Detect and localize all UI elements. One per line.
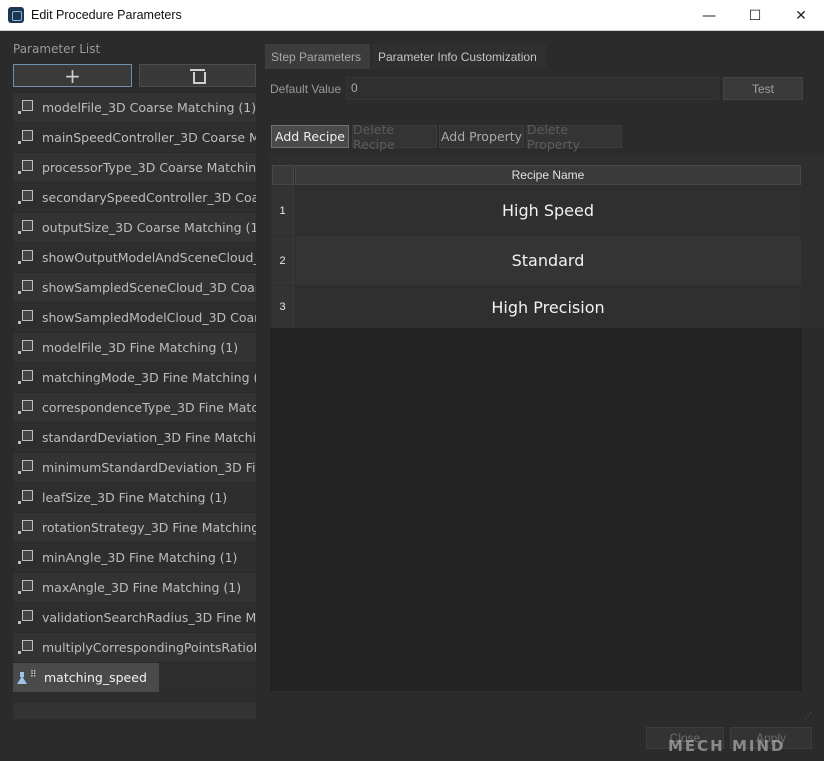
list-item[interactable]: processorType_3D Coarse Matching <box>13 153 256 183</box>
add-property-button[interactable]: Add Property <box>439 125 524 148</box>
default-value-label: Default Value <box>270 82 342 96</box>
parameter-label: validationSearchRadius_3D Fine Matc <box>42 610 256 625</box>
parameter-icon <box>18 460 33 475</box>
app-logo-icon <box>8 7 24 23</box>
tab-parameter-info-customization[interactable]: Parameter Info Customization <box>372 44 547 69</box>
list-item[interactable]: showSampledSceneCloud_3D Coarse <box>13 273 256 303</box>
selected-parameter-label: matching_speed <box>44 670 147 685</box>
table-corner[interactable] <box>272 165 294 185</box>
maximize-button[interactable]: ☐ <box>732 0 778 31</box>
parameter-label: showSampledModelCloud_3D Coarse <box>42 310 256 325</box>
selected-parameter[interactable]: ⠿ matching_speed <box>13 663 159 692</box>
trash-icon <box>190 69 206 84</box>
parameter-label: processorType_3D Coarse Matching <box>42 160 256 175</box>
parameter-icon <box>18 220 33 235</box>
parameter-label: secondarySpeedController_3D Coars <box>42 190 256 205</box>
add-parameter-button[interactable]: + <box>13 64 132 87</box>
row-number[interactable]: 1 <box>272 186 294 235</box>
parameter-icon <box>18 190 33 205</box>
parameter-label: maxAngle_3D Fine Matching (1) <box>42 580 242 595</box>
list-item[interactable]: outputSize_3D Coarse Matching (1) <box>13 213 256 243</box>
watermark-logo: MECH MIND <box>668 737 786 755</box>
parameter-label: standardDeviation_3D Fine Matching <box>42 430 256 445</box>
recipe-name-header[interactable]: Recipe Name <box>295 165 801 185</box>
list-item[interactable]: standardDeviation_3D Fine Matching <box>13 423 256 453</box>
parameter-label: rotationStrategy_3D Fine Matching (1 <box>42 520 256 535</box>
list-item[interactable]: validationSearchRadius_3D Fine Matc <box>13 603 256 633</box>
parameter-icon <box>18 400 33 415</box>
list-item-selected[interactable]: ⠿ matching_speed <box>13 663 256 693</box>
parameter-label: outputSize_3D Coarse Matching (1) <box>42 220 256 235</box>
list-item[interactable]: showOutputModelAndSceneCloud_3D <box>13 243 256 273</box>
add-recipe-button[interactable]: Add Recipe <box>271 125 349 148</box>
parameter-label: showOutputModelAndSceneCloud_3D <box>42 250 256 265</box>
row-number[interactable]: 2 <box>272 236 294 285</box>
parameter-label: multiplyCorrespondingPointsRatioInS <box>42 640 256 655</box>
parameter-icon <box>18 130 33 145</box>
parameter-icon <box>18 430 33 445</box>
list-item[interactable]: showSampledModelCloud_3D Coarse <box>13 303 256 333</box>
parameter-label: mainSpeedController_3D Coarse Mat <box>42 130 256 145</box>
list-item[interactable]: mainSpeedController_3D Coarse Mat <box>13 123 256 153</box>
list-scrollbar[interactable] <box>13 703 256 719</box>
delete-parameter-button[interactable] <box>139 64 256 87</box>
parameter-icon <box>18 550 33 565</box>
parameter-icon <box>18 250 33 265</box>
table-row[interactable]: High Precision <box>295 286 801 328</box>
delete-property-button[interactable]: Delete Property <box>526 122 622 152</box>
parameter-icon <box>18 160 33 175</box>
grip-icon: ⠿ <box>30 669 37 680</box>
parameter-icon <box>18 490 33 505</box>
list-item[interactable]: minimumStandardDeviation_3D Fine <box>13 453 256 483</box>
list-item[interactable]: secondarySpeedController_3D Coars <box>13 183 256 213</box>
parameter-list: modelFile_3D Coarse Matching (1) mainSpe… <box>13 93 256 720</box>
plus-icon: + <box>64 63 81 88</box>
list-item[interactable]: rotationStrategy_3D Fine Matching (1 <box>13 513 256 543</box>
parameter-label: correspondenceType_3D Fine Matchi <box>42 400 256 415</box>
parameter-label: minAngle_3D Fine Matching (1) <box>42 550 238 565</box>
parameter-icon <box>18 310 33 325</box>
list-item[interactable]: modelFile_3D Coarse Matching (1) <box>13 93 256 123</box>
parameter-label: matchingMode_3D Fine Matching (1) <box>42 370 256 385</box>
close-window-button[interactable]: ✕ <box>778 0 824 31</box>
parameter-label: leafSize_3D Fine Matching (1) <box>42 490 228 505</box>
list-item[interactable]: matchingMode_3D Fine Matching (1) <box>13 363 256 393</box>
flask-icon <box>17 671 28 684</box>
list-item[interactable]: multiplyCorrespondingPointsRatioInS <box>13 633 256 663</box>
parameter-icon <box>18 520 33 535</box>
recipe-table-empty-area <box>270 328 802 691</box>
table-row[interactable]: Standard <box>295 236 801 285</box>
test-button[interactable]: Test <box>723 77 803 100</box>
title-bar: Edit Procedure Parameters — ☐ ✕ <box>0 0 824 31</box>
parameter-icon <box>18 640 33 655</box>
delete-recipe-button[interactable]: Delete Recipe <box>352 122 437 152</box>
parameter-icon <box>18 610 33 625</box>
list-item[interactable]: leafSize_3D Fine Matching (1) <box>13 483 256 513</box>
default-value-input[interactable]: 0 <box>346 77 719 100</box>
parameter-icon <box>18 100 33 115</box>
row-number[interactable]: 3 <box>272 286 294 328</box>
table-row[interactable]: High Speed <box>295 186 801 235</box>
parameter-label: minimumStandardDeviation_3D Fine <box>42 460 256 475</box>
parameter-icon <box>18 370 33 385</box>
list-item[interactable]: modelFile_3D Fine Matching (1) <box>13 333 256 363</box>
parameter-label: showSampledSceneCloud_3D Coarse <box>42 280 256 295</box>
parameter-icon <box>18 580 33 595</box>
minimize-button[interactable]: — <box>686 0 732 31</box>
parameter-label: modelFile_3D Coarse Matching (1) <box>42 100 256 115</box>
list-item[interactable]: maxAngle_3D Fine Matching (1) <box>13 573 256 603</box>
parameter-icon <box>18 340 33 355</box>
parameter-label: modelFile_3D Fine Matching (1) <box>42 340 239 355</box>
parameter-icon <box>18 280 33 295</box>
list-item[interactable]: minAngle_3D Fine Matching (1) <box>13 543 256 573</box>
list-item[interactable]: correspondenceType_3D Fine Matchi <box>13 393 256 423</box>
parameter-list-label: Parameter List <box>13 42 101 56</box>
tab-step-parameters[interactable]: Step Parameters <box>265 44 370 69</box>
window-title: Edit Procedure Parameters <box>31 8 182 22</box>
resize-grip-icon[interactable]: ⋰ <box>804 711 814 721</box>
